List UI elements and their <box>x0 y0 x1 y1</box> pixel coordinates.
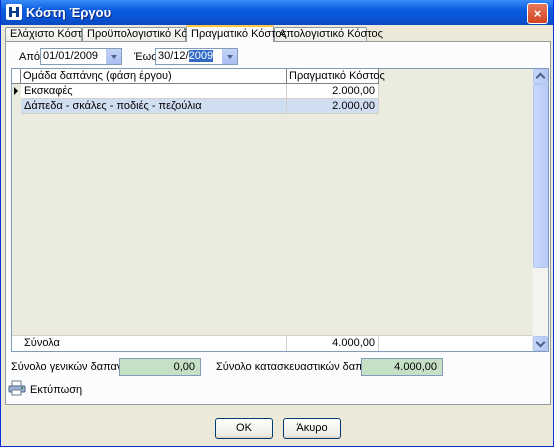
current-row-arrow-icon <box>14 87 18 95</box>
from-date-value: 01/01/2009 <box>43 50 99 62</box>
footer-total: 4.000,00 <box>287 336 379 351</box>
general-expenses-label: Σύνολο γενικών δαπανών <box>11 361 137 373</box>
cost-cell[interactable]: 2.000,00 <box>287 84 379 99</box>
row-indicator <box>12 84 21 99</box>
scroll-thumb[interactable] <box>533 84 548 268</box>
group-cell[interactable]: Εκσκαφές <box>21 84 287 99</box>
cost-cell[interactable]: 2.000,00 <box>287 99 379 114</box>
ok-button[interactable]: OK <box>215 418 273 439</box>
column-header-group[interactable]: Ομάδα δαπάνης (φάση έργου) <box>21 69 287 84</box>
title-bar[interactable]: Κόστη Έργου × <box>1 0 553 25</box>
scroll-up-icon[interactable] <box>533 69 548 84</box>
construction-expenses-value: 4.000,00 <box>361 358 443 376</box>
tab-panel-actual-cost: Από 01/01/2009 Έως 30/12/2009 Ομάδα δαπά… <box>5 41 551 405</box>
cost-dialog-window: Κόστη Έργου × Ελάχιστο Κόστος Προϋπολογι… <box>0 0 554 447</box>
scroll-down-icon[interactable] <box>533 336 548 351</box>
to-date-combo[interactable]: 30/12/2009 <box>155 48 238 65</box>
window-title: Κόστη Έργου <box>26 5 112 20</box>
cancel-button[interactable]: Άκυρο <box>283 418 341 439</box>
cost-grid[interactable]: Ομάδα δαπάνης (φάση έργου) Πραγματικό Κό… <box>11 68 549 352</box>
tab-budget-cost[interactable]: Προϋπολογιστικό Κόστος <box>82 27 210 41</box>
general-expenses-value: 0,00 <box>119 358 201 376</box>
column-header-cost[interactable]: Πραγματικό Κόστος <box>287 69 385 84</box>
grid-corner-header <box>12 69 21 84</box>
to-date-selected-year: 2009 <box>188 50 214 62</box>
from-date-dropdown-icon[interactable] <box>106 49 121 64</box>
footer-label: Σύνολα <box>21 336 287 351</box>
from-date-combo[interactable]: 01/01/2009 <box>40 48 122 65</box>
to-date-dropdown-icon[interactable] <box>222 49 237 64</box>
printer-icon[interactable] <box>8 380 26 396</box>
to-date-label: Έως <box>134 51 157 63</box>
tab-final-cost[interactable]: Απολογιστικό Κόστος <box>274 27 383 41</box>
grid-footer-totals: Σύνολα 4.000,00 <box>12 335 535 351</box>
group-cell[interactable]: Δάπεδα - σκάλες - ποδιές - πεζούλια <box>21 99 287 114</box>
vertical-scrollbar[interactable] <box>532 69 548 351</box>
from-date-label: Από <box>19 51 41 63</box>
to-date-value: 30/12/ <box>158 50 189 62</box>
print-button[interactable]: Εκτύπωση <box>30 384 82 396</box>
tab-minimum-cost[interactable]: Ελάχιστο Κόστος <box>5 27 93 41</box>
app-icon <box>6 4 22 20</box>
close-button[interactable]: × <box>527 3 548 24</box>
tab-actual-cost[interactable]: Πραγματικό Κόστος <box>186 25 287 42</box>
grid-area: Ομάδα δαπάνης (φάση έργου) Πραγματικό Κό… <box>12 69 535 351</box>
